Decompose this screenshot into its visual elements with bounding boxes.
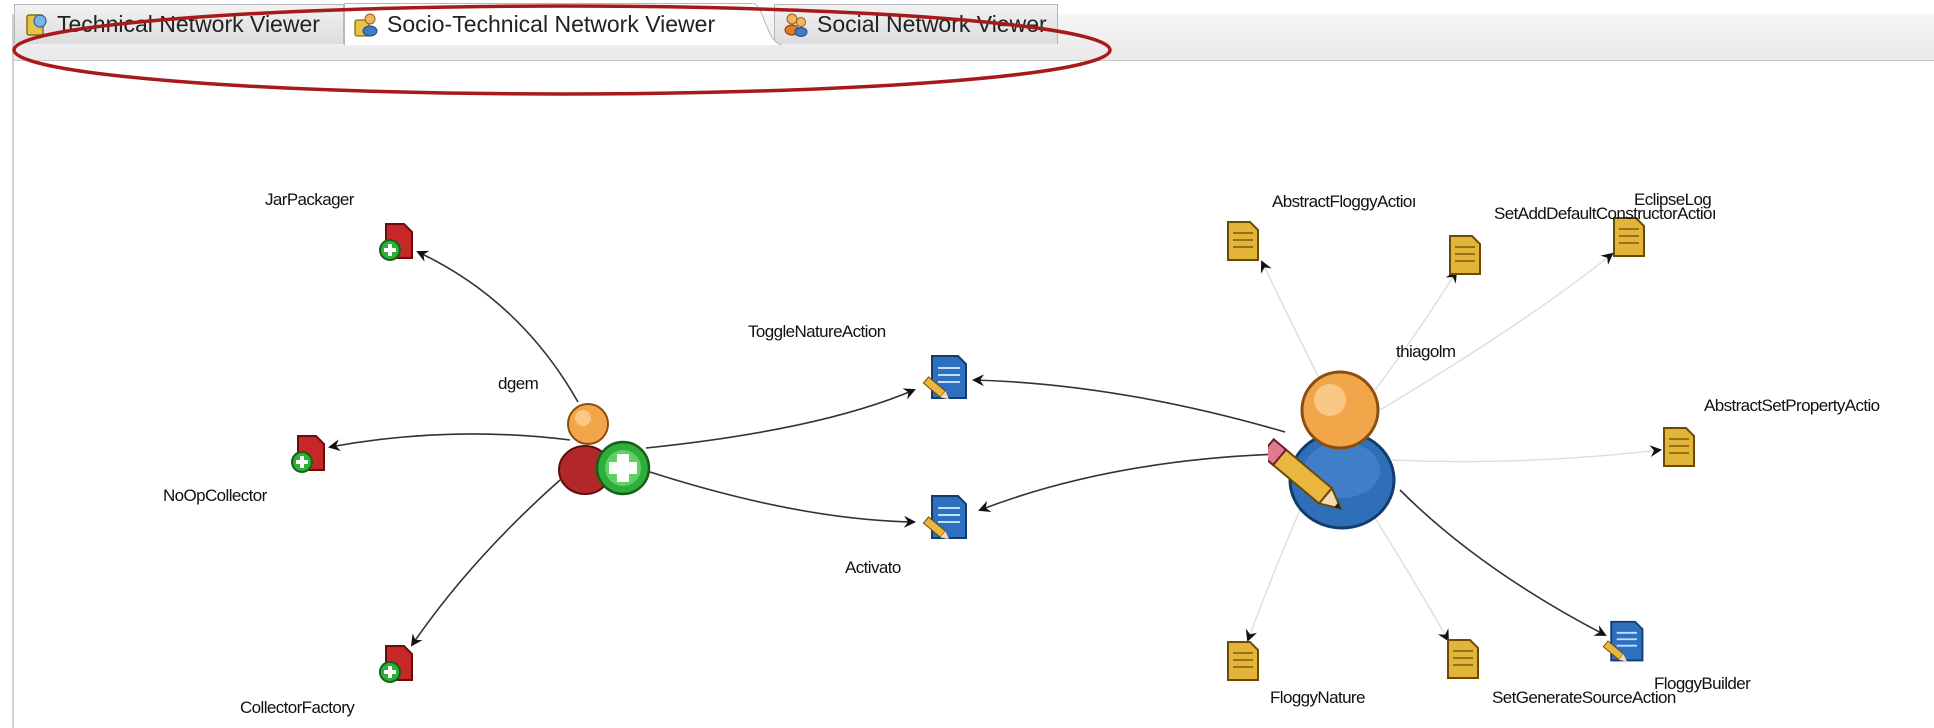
edge-dgem-noopcollector xyxy=(328,433,571,452)
tab-edge xyxy=(752,3,782,45)
yellow-document-icon xyxy=(1227,641,1259,681)
tab-label: Socio-Technical Network Viewer xyxy=(387,11,716,37)
artifact-node-jarpackager[interactable] xyxy=(378,218,424,264)
edge-thiagolm-abstractsetproperty xyxy=(1391,445,1662,463)
blue-document-edit-icon xyxy=(922,495,967,540)
node-label-noopcollector: NoOpCollector xyxy=(163,486,267,505)
artifact-node-floggynature[interactable] xyxy=(1222,638,1262,684)
artifact-node-floggybuilder[interactable] xyxy=(1602,618,1648,666)
edge-thiagolm-activato xyxy=(978,453,1281,513)
yellow-document-icon xyxy=(1449,235,1481,275)
edge-dgem-activato xyxy=(649,471,916,528)
node-label-setgeneratesourceaction: SetGenerateSourceAction xyxy=(1492,688,1676,707)
edge-thiagolm-togglenature xyxy=(972,374,1286,433)
red-artifact-add-icon xyxy=(379,645,413,683)
node-label-jarpackager: JarPackager xyxy=(265,190,354,209)
artifact-node-setadddefaultconstructoraction[interactable] xyxy=(1444,232,1484,278)
node-label-abstractsetpropertyaction: AbstractSetPropertyActio xyxy=(1704,396,1880,415)
artifact-node-setgeneratesourceaction[interactable] xyxy=(1442,636,1482,682)
yellow-document-icon xyxy=(1227,221,1259,261)
edge-thiagolm-floggybuilder xyxy=(1399,489,1607,636)
node-label-activato: Activato xyxy=(845,558,901,577)
artifact-node-abstractfloggyaction[interactable] xyxy=(1222,218,1262,264)
node-label-dgem: dgem xyxy=(498,374,539,393)
socio-technical-network-icon xyxy=(353,12,379,38)
developer-node-thiagolm[interactable] xyxy=(1259,366,1408,532)
developer-add-icon xyxy=(558,403,651,496)
node-label-thiagolm: thiagolm xyxy=(1396,342,1456,361)
edge-dgem-togglenature xyxy=(645,388,916,449)
node-label-eclipselog: EclipseLog xyxy=(1634,190,1712,209)
yellow-document-icon xyxy=(1447,639,1479,679)
node-label-floggynature: FloggyNature xyxy=(1270,688,1365,707)
artifact-node-collectorfactory[interactable] xyxy=(378,640,424,686)
artifact-node-abstractsetpropertyaction[interactable] xyxy=(1658,424,1698,470)
tab-socio-technical-network-viewer[interactable]: Socio-Technical Network Viewer xyxy=(344,3,754,45)
developer-edit-icon xyxy=(1259,370,1396,530)
edge-dgem-collectorfactory xyxy=(410,479,561,647)
edge-thiagolm-eclipselog xyxy=(1379,252,1614,411)
node-label-abstractfloggyaction: AbstractFloggyActioı xyxy=(1272,192,1417,211)
node-label-collectorfactory: CollectorFactory xyxy=(240,698,355,717)
artifact-node-noopcollector[interactable] xyxy=(290,430,336,476)
yellow-document-icon xyxy=(1663,427,1695,467)
edge-thiagolm-abstractfloggyaction xyxy=(1260,260,1321,381)
red-artifact-add-icon xyxy=(379,223,413,261)
artifact-node-activato[interactable] xyxy=(922,492,972,544)
node-label-floggybuilder: FloggyBuilder xyxy=(1654,674,1751,693)
red-artifact-add-icon xyxy=(291,435,325,473)
node-label-togglenatureaction: ToggleNatureAction xyxy=(748,322,886,341)
developer-node-dgem[interactable] xyxy=(555,398,655,498)
blue-document-edit-icon xyxy=(922,355,967,400)
blue-document-edit-icon xyxy=(1602,620,1644,662)
artifact-node-togglenatureaction[interactable] xyxy=(922,352,972,404)
